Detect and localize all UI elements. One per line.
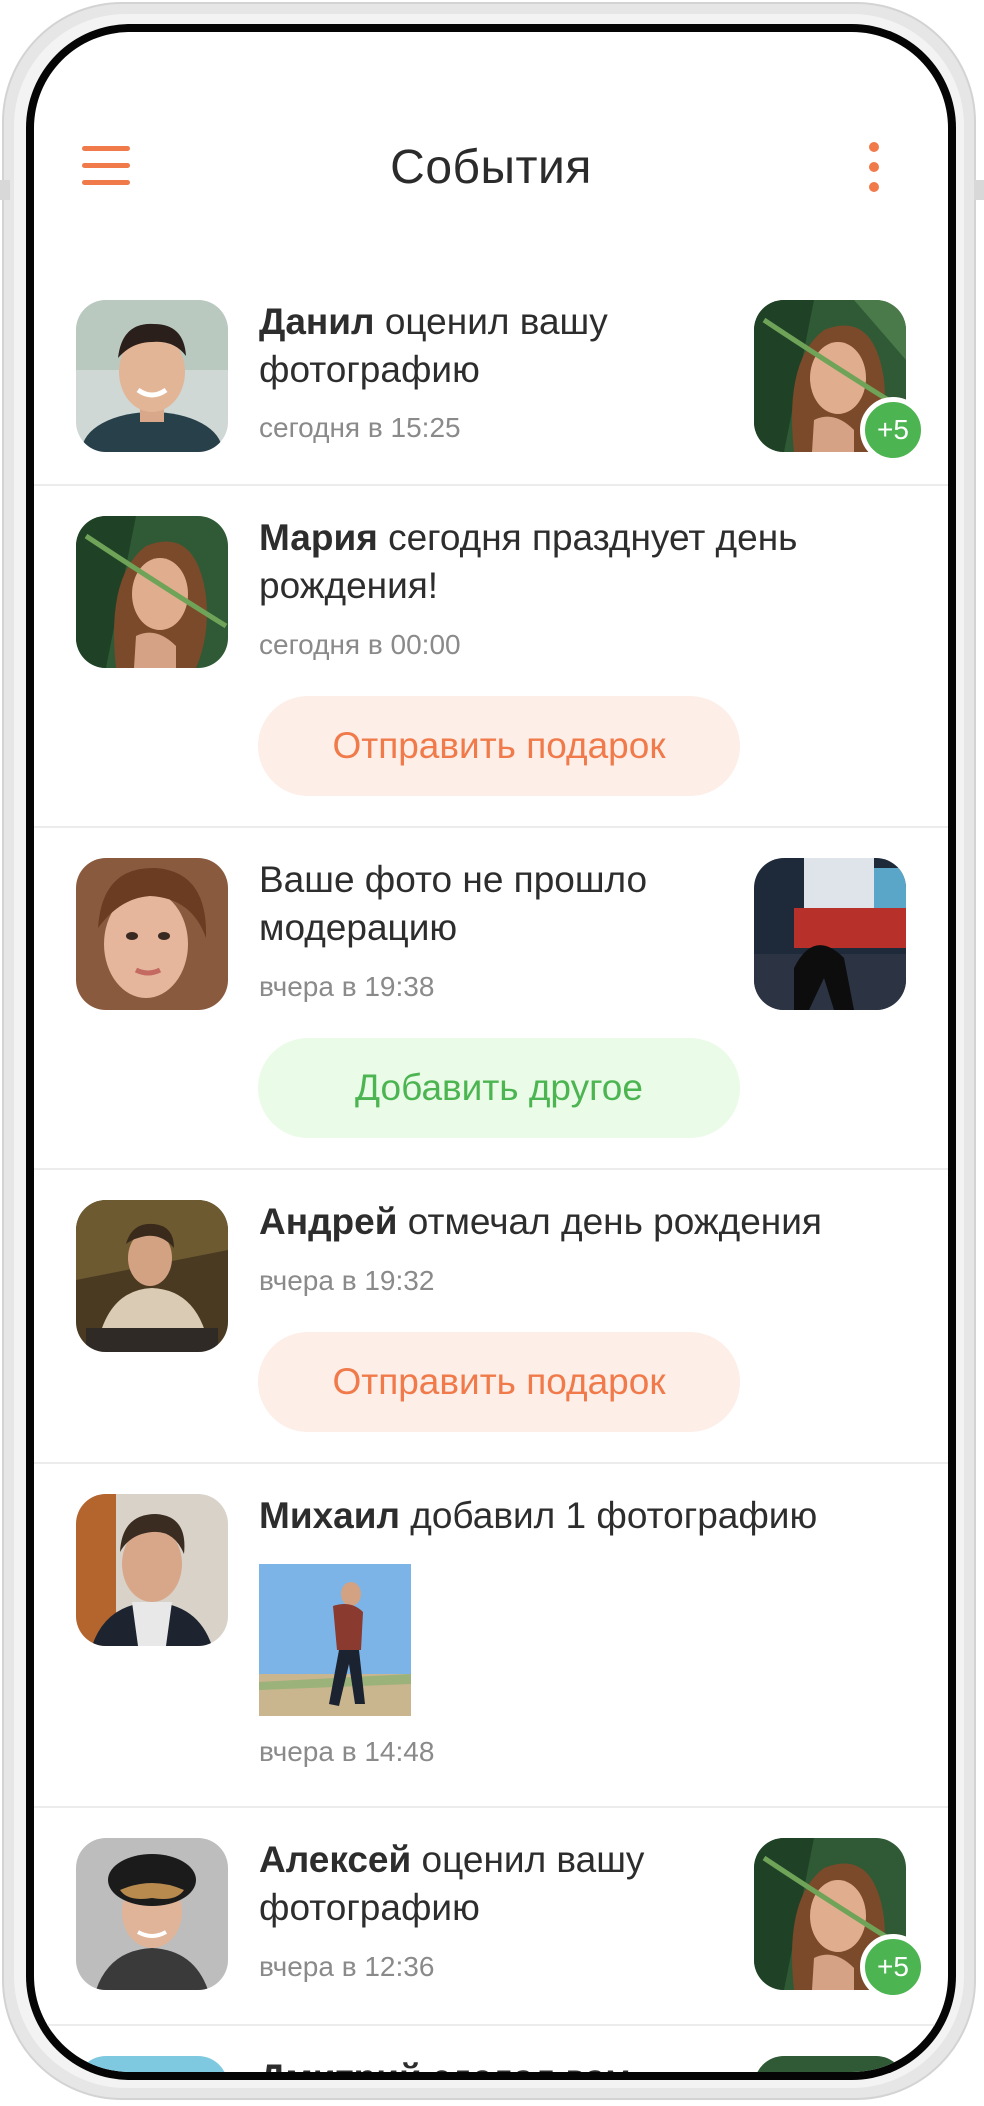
event-item[interactable]: Ваше фото не прошло модерацию вчера в 19… bbox=[34, 828, 948, 1170]
event-time: вчера в 12:36 bbox=[259, 1951, 435, 1982]
event-time: вчера в 19:32 bbox=[259, 1265, 435, 1296]
event-text: Михаил добавил 1 фотографию bbox=[259, 1495, 818, 1536]
send-gift-button[interactable]: Отправить подарок bbox=[258, 696, 740, 796]
likes-count-badge: +5 bbox=[860, 1934, 926, 2000]
event-time: вчера в 14:48 bbox=[259, 1736, 435, 1767]
user-name[interactable]: Андрей bbox=[259, 1201, 397, 1242]
event-time: сегодня в 00:00 bbox=[259, 629, 461, 660]
avatar[interactable] bbox=[76, 516, 228, 668]
event-item[interactable]: Андрей отмечал день рождения вчера в 19:… bbox=[34, 1170, 948, 1464]
events-feed: Данил оценил вашу фотографию сегодня в 1… bbox=[34, 272, 948, 2072]
photo-thumbnail[interactable] bbox=[754, 2056, 906, 2072]
event-item[interactable]: Мария сегодня празднует день рождения! с… bbox=[34, 486, 948, 828]
event-text: Данил оценил вашу фотографию bbox=[259, 301, 608, 390]
event-item[interactable]: Михаил добавил 1 фотографию вчера в 14:4… bbox=[34, 1464, 948, 1808]
user-name[interactable]: Дмитрий bbox=[259, 2057, 422, 2072]
event-time: вчера в 19:38 bbox=[259, 971, 435, 1002]
avatar[interactable] bbox=[76, 1494, 228, 1646]
avatar[interactable] bbox=[76, 858, 228, 1010]
avatar[interactable] bbox=[76, 2056, 228, 2072]
event-text: Мария сегодня празднует день рождения! bbox=[259, 517, 798, 606]
event-item[interactable]: Данил оценил вашу фотографию сегодня в 1… bbox=[34, 272, 948, 486]
avatar[interactable] bbox=[76, 1838, 228, 1990]
user-name[interactable]: Алексей bbox=[259, 1839, 411, 1880]
app-screen: События Данил оценил вашу фотографию сег… bbox=[34, 32, 948, 2072]
user-name[interactable]: Михаил bbox=[259, 1495, 400, 1536]
device-side-button bbox=[974, 180, 984, 200]
event-time: сегодня в 15:25 bbox=[259, 412, 461, 443]
event-text: Андрей отмечал день рождения bbox=[259, 1201, 822, 1242]
device-side-button bbox=[0, 180, 10, 200]
event-text: Ваше фото не прошло модерацию bbox=[259, 859, 648, 948]
event-item[interactable]: Дмитрий сделал вам bbox=[34, 2026, 948, 2072]
event-text: Алексей оценил вашу фотографию bbox=[259, 1839, 645, 1928]
event-item[interactable]: Алексей оценил вашу фотографию вчера в 1… bbox=[34, 1808, 948, 2026]
add-another-button[interactable]: Добавить другое bbox=[258, 1038, 740, 1138]
photo-thumbnail[interactable] bbox=[754, 858, 906, 1010]
user-name[interactable]: Мария bbox=[259, 517, 378, 558]
more-vertical-icon[interactable] bbox=[864, 142, 884, 192]
event-text: Дмитрий сделал вам bbox=[259, 2054, 699, 2072]
added-photo[interactable] bbox=[259, 1564, 411, 1716]
avatar[interactable] bbox=[76, 1200, 228, 1352]
send-gift-button[interactable]: Отправить подарок bbox=[258, 1332, 740, 1432]
likes-count-badge: +5 bbox=[860, 397, 926, 463]
page-title: События bbox=[390, 141, 592, 194]
app-header: События bbox=[34, 32, 948, 272]
avatar[interactable] bbox=[76, 300, 228, 452]
user-name[interactable]: Данил bbox=[259, 301, 375, 342]
